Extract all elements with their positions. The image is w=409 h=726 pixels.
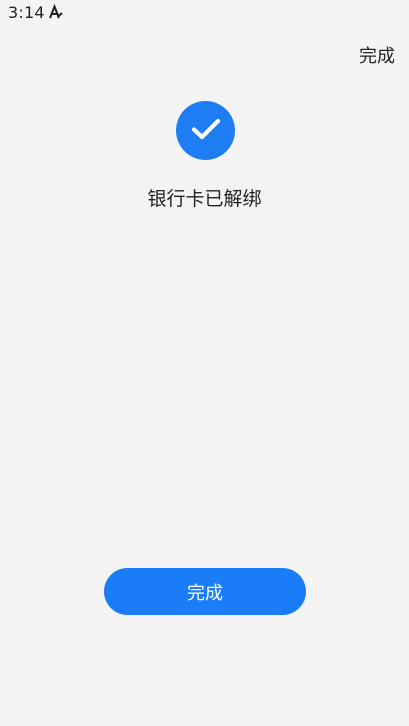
done-button[interactable]: 完成 [104, 568, 306, 615]
accessibility-a-icon [47, 3, 63, 20]
checkmark-icon [191, 117, 221, 145]
header-done-button[interactable]: 完成 [359, 42, 395, 68]
success-badge [176, 101, 235, 160]
result-message: 银行卡已解绑 [147, 188, 262, 210]
status-time: 3:14 [8, 3, 45, 22]
status-bar: 3:14 [0, 0, 409, 24]
